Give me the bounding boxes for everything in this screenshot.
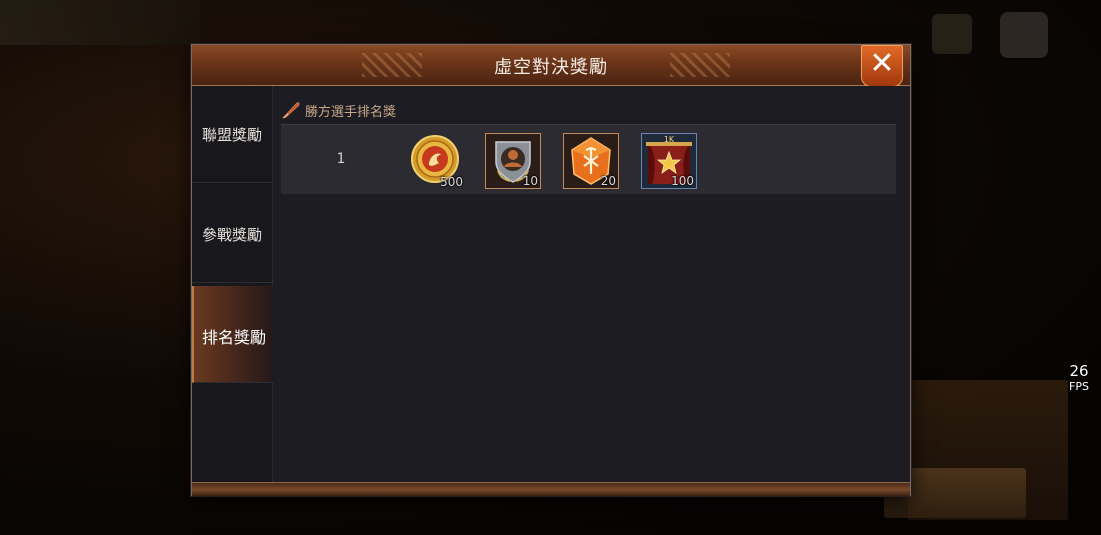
tab-label: 聯盟獎勵 bbox=[201, 126, 262, 144]
item-count: 100 bbox=[671, 174, 694, 188]
dialog-title-bar: 虛空對決獎勵 bbox=[192, 45, 910, 86]
dialog-bottom-border bbox=[192, 482, 910, 496]
tab-label: 參戰獎勵 bbox=[201, 226, 262, 244]
background-avatar-icon bbox=[1000, 12, 1048, 58]
reward-tabs-sidebar: 聯盟獎勵 參戰獎勵 排名獎勵 bbox=[192, 86, 274, 482]
reward-item-avatar-badge[interactable]: 10 bbox=[485, 133, 541, 189]
item-count: 500 bbox=[440, 175, 463, 189]
badge-text: 1K bbox=[664, 135, 675, 144]
reward-item-star-banner[interactable]: 1K 100 bbox=[641, 133, 697, 189]
item-count: 10 bbox=[522, 174, 538, 188]
feather-quill-icon bbox=[282, 102, 300, 119]
dialog-title: 虛空對決獎勵 bbox=[494, 57, 608, 78]
tab-label: 排名獎勵 bbox=[201, 328, 266, 347]
close-button[interactable]: ✕ bbox=[861, 45, 903, 87]
fps-value: 26 bbox=[1069, 362, 1089, 380]
reward-item-dragon-coin[interactable]: 500 bbox=[409, 133, 465, 189]
reward-dialog: 虛空對決獎勵 ✕ 聯盟獎勵 參戰獎勵 排名獎勵 勝方選手排名獎 1 500 10… bbox=[191, 44, 911, 496]
reward-item-rune-gem[interactable]: 20 bbox=[563, 133, 619, 189]
section-header: 勝方選手排名獎 bbox=[281, 100, 396, 120]
fps-label: FPS bbox=[1069, 380, 1089, 393]
background-menu-icon bbox=[932, 14, 972, 54]
tab-ranking-reward[interactable]: 排名獎勵 bbox=[192, 286, 274, 383]
rank-number: 1 bbox=[336, 151, 346, 167]
reward-content-panel: 勝方選手排名獎 1 500 10 20 1K 100 bbox=[273, 86, 910, 482]
tab-participation-reward[interactable]: 參戰獎勵 bbox=[192, 186, 272, 283]
reward-row: 1 500 10 20 1K 100 bbox=[281, 124, 896, 194]
tab-alliance-reward[interactable]: 聯盟獎勵 bbox=[192, 86, 272, 183]
background-top-bar bbox=[0, 0, 200, 45]
section-title: 勝方選手排名獎 bbox=[305, 104, 397, 120]
item-count: 20 bbox=[600, 174, 616, 188]
fps-counter: 26 FPS bbox=[1064, 362, 1094, 393]
close-icon: ✕ bbox=[869, 46, 895, 81]
